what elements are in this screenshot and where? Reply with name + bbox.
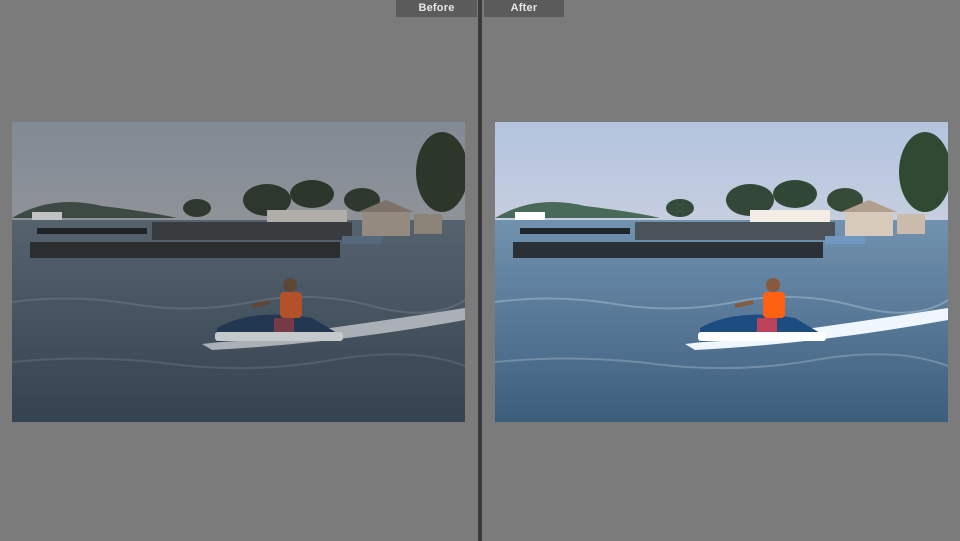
jetski-scene-before <box>12 122 465 422</box>
after-panel <box>482 0 960 541</box>
after-photo <box>495 122 948 422</box>
before-panel <box>0 0 478 541</box>
jetski-scene-after <box>495 122 948 422</box>
before-photo <box>12 122 465 422</box>
